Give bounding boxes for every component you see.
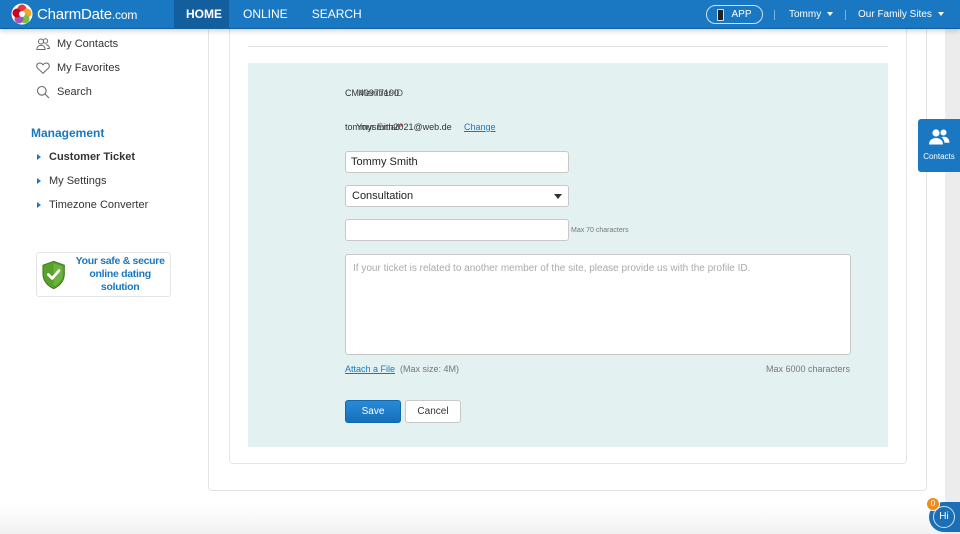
sidebar-item-my-settings[interactable]: My Settings: [37, 175, 106, 187]
chat-unread-badge: 0: [926, 497, 940, 511]
contacts-tab-label: Contacts: [923, 152, 955, 161]
sidebar-item-label: Search: [57, 86, 92, 98]
family-sites-menu[interactable]: Our Family Sites: [858, 9, 944, 20]
sidebar: My Contacts My Favorites Search Manageme…: [0, 29, 208, 534]
subject-input[interactable]: [345, 219, 569, 241]
nav-online[interactable]: ONLINE: [231, 0, 300, 29]
user-name: Tommy: [789, 9, 822, 20]
sidebar-item-my-contacts[interactable]: My Contacts: [36, 37, 118, 51]
attach-file-link[interactable]: Attach a File: [345, 364, 395, 374]
divider: [774, 10, 775, 20]
caret-down-icon: [554, 194, 562, 199]
app-label: APP: [731, 9, 752, 20]
user-menu[interactable]: Tommy: [789, 9, 834, 20]
full-name-input[interactable]: Tommy Smith: [345, 151, 569, 173]
caret-down-icon: [937, 12, 944, 17]
search-icon: [36, 85, 50, 99]
page-scrollbar[interactable]: [945, 29, 960, 534]
badge-line-2: online dating solution: [89, 268, 151, 293]
cancel-button[interactable]: Cancel: [405, 400, 461, 423]
sidebar-item-label: My Settings: [49, 175, 107, 187]
sidebar-item-label: Customer Ticket: [49, 151, 135, 163]
email-value: tommysmith2021@web.de: [345, 122, 452, 132]
divider: [845, 10, 846, 20]
change-email-link[interactable]: Change: [464, 122, 496, 132]
sidebar-item-label: My Favorites: [57, 62, 120, 74]
attach-size-note: (Max size: 4M): [400, 364, 460, 374]
app-button[interactable]: APP: [706, 5, 763, 24]
heart-icon: [36, 62, 50, 74]
family-sites-label: Our Family Sites: [858, 9, 932, 20]
triangle-right-icon: [37, 178, 41, 184]
contacts-floating-tab[interactable]: Contacts: [918, 119, 960, 172]
main-nav: HOME ONLINE SEARCH: [174, 0, 374, 29]
sidebar-item-search[interactable]: Search: [36, 85, 92, 99]
security-badge: Your safe & secure online dating solutio…: [36, 252, 171, 297]
category-selected-value: Consultation: [352, 190, 414, 202]
management-heading: Management: [31, 126, 105, 140]
sidebar-item-customer-ticket[interactable]: Customer Ticket: [37, 151, 135, 163]
nav-home[interactable]: HOME: [174, 0, 229, 29]
nav-search[interactable]: SEARCH: [300, 0, 374, 29]
message-textarea[interactable]: If your ticket is related to another mem…: [345, 254, 851, 355]
subject-hint: Max 70 characters: [571, 227, 629, 234]
message-hint: Max 6000 characters: [765, 364, 850, 374]
save-button[interactable]: Save: [345, 400, 401, 423]
caret-down-icon: [827, 12, 834, 17]
top-nav-bar: CharmDate.com HOME ONLINE SEARCH APP Tom…: [0, 0, 960, 29]
shield-check-icon: [42, 260, 65, 289]
contacts-icon: [929, 129, 950, 145]
badge-line-1: Your safe & secure: [75, 255, 165, 267]
category-select[interactable]: Consultation: [345, 185, 569, 207]
sidebar-item-label: Timezone Converter: [49, 199, 149, 211]
section-divider: [248, 46, 888, 47]
sidebar-item-timezone-converter[interactable]: Timezone Converter: [37, 199, 148, 211]
sidebar-item-label: My Contacts: [57, 38, 119, 50]
triangle-right-icon: [37, 154, 41, 160]
security-badge-text: Your safe & secure online dating solutio…: [70, 255, 170, 294]
phone-icon: [717, 8, 725, 21]
contacts-icon: [36, 38, 50, 50]
sidebar-item-my-favorites[interactable]: My Favorites: [36, 61, 120, 75]
brand-logo[interactable]: CharmDate.com: [11, 3, 137, 25]
member-id-value: CM40977190: [345, 88, 400, 98]
triangle-right-icon: [37, 202, 41, 208]
page-footer-fade: [0, 505, 945, 534]
brand-name: CharmDate.com: [37, 5, 138, 23]
charmdate-logo-icon: [11, 3, 33, 25]
